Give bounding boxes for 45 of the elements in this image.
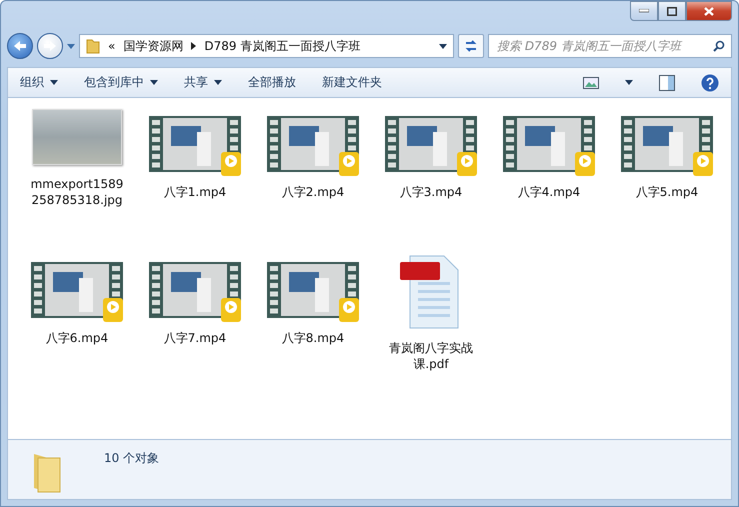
toolbar-button[interactable]: 包含到库中 bbox=[84, 74, 158, 91]
close-icon bbox=[704, 6, 714, 16]
caret-icon bbox=[625, 80, 633, 85]
back-arrow-icon bbox=[13, 40, 27, 52]
file-name[interactable]: 八字8.mp4 bbox=[263, 330, 363, 346]
file-name[interactable]: 八字2.mp4 bbox=[263, 184, 363, 200]
file-name[interactable]: 八字4.mp4 bbox=[499, 184, 599, 200]
maximize-icon bbox=[667, 6, 677, 16]
minimize-button[interactable] bbox=[630, 1, 658, 21]
address-bar[interactable]: « 国学资源网 D789 青岚阁五一面授八字班 bbox=[79, 34, 454, 58]
minimize-icon bbox=[639, 9, 649, 13]
file-name[interactable]: 八字6.mp4 bbox=[27, 330, 127, 346]
breadcrumb-item[interactable]: 国学资源网 bbox=[123, 38, 184, 54]
view-options-icon[interactable] bbox=[583, 76, 599, 88]
refresh-button[interactable] bbox=[458, 34, 484, 58]
refresh-icon bbox=[464, 40, 478, 52]
file-name[interactable]: 青岚阁八字实战课.pdf bbox=[385, 340, 477, 372]
search-icon bbox=[713, 40, 725, 52]
item-count: 10 个对象 bbox=[104, 450, 160, 467]
preview-pane-icon[interactable] bbox=[659, 74, 675, 90]
toolbar-button[interactable]: 共享 bbox=[184, 74, 222, 91]
maximize-button[interactable] bbox=[658, 1, 686, 21]
file-name[interactable]: 八字3.mp4 bbox=[381, 184, 481, 200]
breadcrumb-item[interactable]: D789 青岚阁五一面授八字班 bbox=[204, 38, 360, 54]
back-button[interactable] bbox=[7, 33, 33, 59]
toolbar-button[interactable]: 新建文件夹 bbox=[322, 74, 382, 91]
toolbar-button[interactable]: 组织 bbox=[20, 74, 58, 91]
file-name[interactable]: 八字5.mp4 bbox=[617, 184, 717, 200]
caret-icon bbox=[214, 80, 222, 85]
caret-icon bbox=[150, 80, 158, 85]
caret-icon bbox=[439, 44, 447, 48]
dropdown-caret-icon[interactable] bbox=[67, 44, 75, 48]
caret-icon bbox=[50, 80, 58, 85]
file-name[interactable]: mmexport1589258785318.jpg bbox=[27, 176, 127, 208]
close-button[interactable] bbox=[686, 1, 732, 21]
search-field[interactable]: 搜索 D789 青岚阁五一面授八字班 bbox=[488, 34, 732, 58]
breadcrumb-overflow[interactable]: « bbox=[108, 39, 116, 53]
forward-arrow-icon bbox=[43, 40, 57, 52]
chevron-right-icon[interactable] bbox=[191, 42, 196, 50]
toolbar-button[interactable]: 全部播放 bbox=[248, 74, 296, 91]
help-icon[interactable] bbox=[701, 74, 719, 92]
file-name[interactable]: 八字7.mp4 bbox=[145, 330, 245, 346]
folder-icon bbox=[86, 38, 100, 54]
forward-button[interactable] bbox=[37, 33, 63, 59]
file-name[interactable]: 八字1.mp4 bbox=[145, 184, 245, 200]
